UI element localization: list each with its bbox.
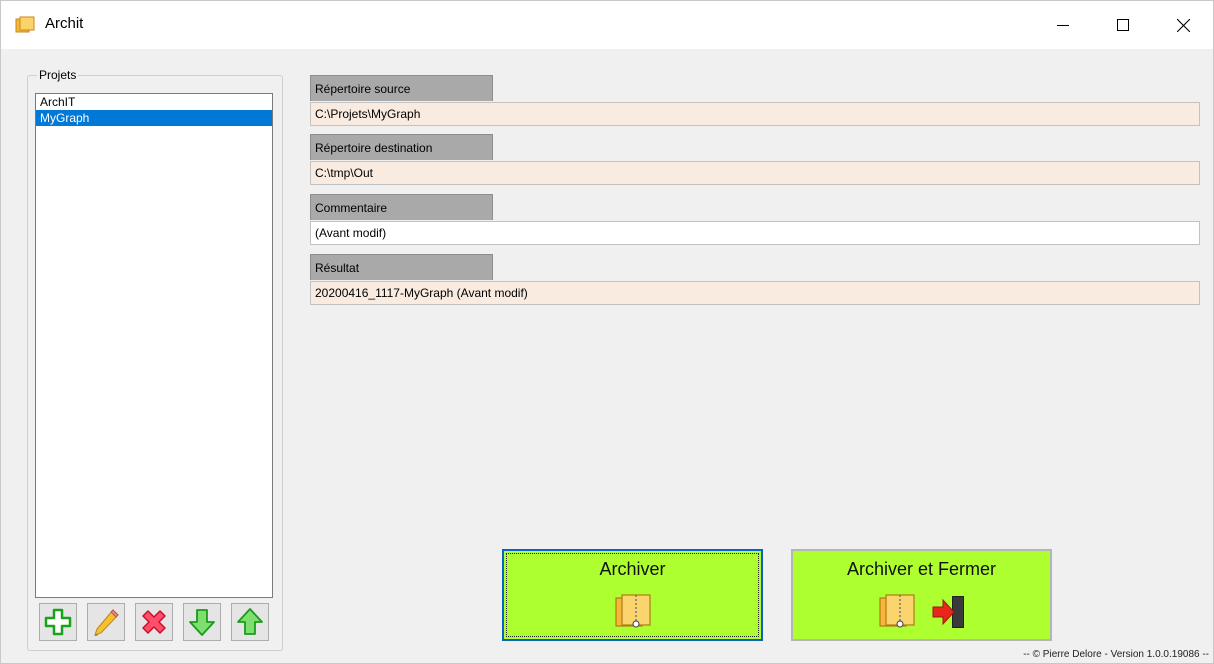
delete-button[interactable] xyxy=(135,603,173,641)
archive-button[interactable]: Archiver xyxy=(502,549,763,641)
archive-and-close-button[interactable]: Archiver et Fermer xyxy=(791,549,1052,641)
comment-input[interactable]: (Avant modif) xyxy=(310,221,1200,245)
result-field[interactable]: 20200416_1117-MyGraph (Avant modif) xyxy=(310,281,1200,305)
exit-door-icon xyxy=(932,596,964,628)
close-icon xyxy=(1176,18,1190,32)
plus-icon xyxy=(44,608,72,636)
list-item-selected[interactable]: MyGraph xyxy=(36,110,272,126)
projects-group-label: Projets xyxy=(37,68,79,82)
app-folder-icon xyxy=(15,16,35,33)
archive-and-close-button-label: Archiver et Fermer xyxy=(846,559,997,579)
minimize-button[interactable] xyxy=(1033,1,1093,49)
window-title: Archit xyxy=(45,15,84,32)
maximize-icon xyxy=(1117,19,1129,31)
result-label: Résultat xyxy=(310,254,493,280)
comment-label: Commentaire xyxy=(310,194,493,220)
close-button[interactable] xyxy=(1153,1,1213,49)
title-bar[interactable]: Archit xyxy=(1,1,1213,49)
add-button[interactable] xyxy=(39,603,77,641)
archive-button-label: Archiver xyxy=(599,559,666,579)
source-directory-label: Répertoire source xyxy=(310,75,493,101)
list-item[interactable]: ArchIT xyxy=(36,94,272,110)
maximize-button[interactable] xyxy=(1093,1,1153,49)
minimize-icon xyxy=(1057,25,1069,26)
pencil-icon xyxy=(94,609,119,636)
zip-folder-icon xyxy=(614,594,651,628)
move-down-button[interactable] xyxy=(183,603,221,641)
app-window: Archit Projets ArchIT MyGraph Répertoire… xyxy=(0,0,1214,664)
zip-folder-icon xyxy=(878,594,915,628)
destination-directory-field[interactable]: C:\tmp\Out xyxy=(310,161,1200,185)
arrow-up-icon xyxy=(237,608,263,635)
source-directory-field[interactable]: C:\Projets\MyGraph xyxy=(310,102,1200,126)
destination-directory-label: Répertoire destination xyxy=(310,134,493,160)
arrow-down-icon xyxy=(189,609,215,636)
version-footer: -- © Pierre Delore - Version 1.0.0.19086… xyxy=(1023,649,1209,660)
delete-x-icon xyxy=(142,610,166,634)
projects-listbox[interactable]: ArchIT MyGraph xyxy=(35,93,273,598)
edit-button[interactable] xyxy=(87,603,125,641)
move-up-button[interactable] xyxy=(231,603,269,641)
